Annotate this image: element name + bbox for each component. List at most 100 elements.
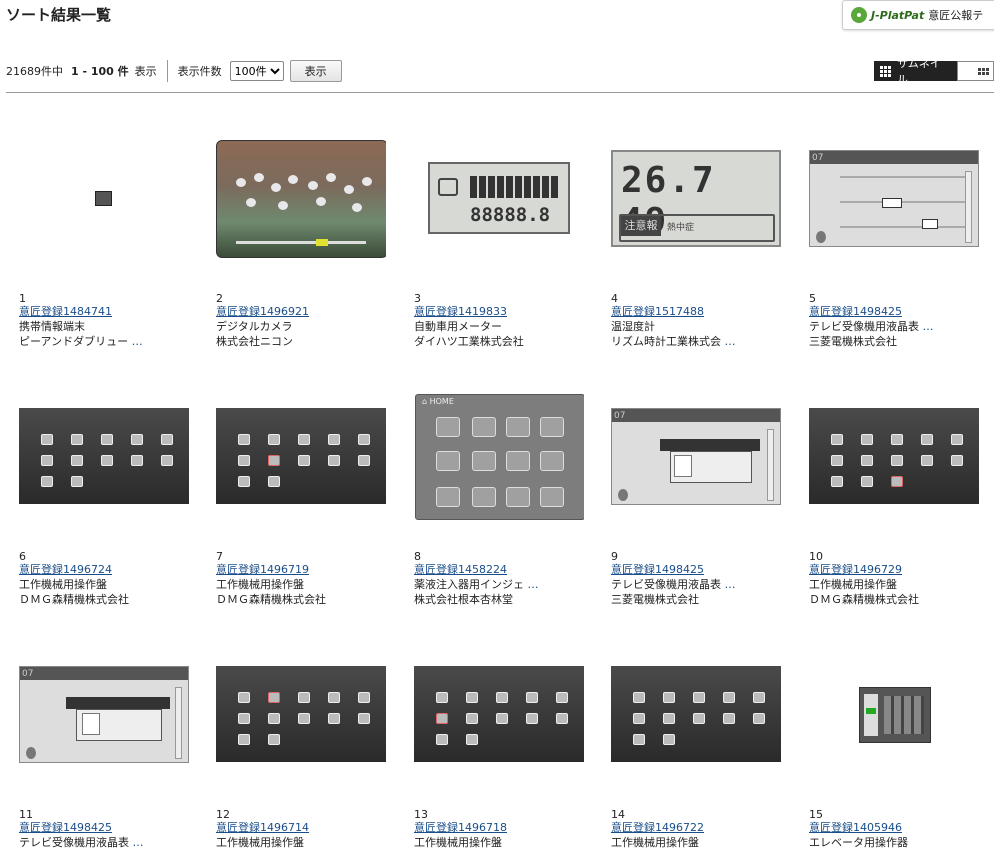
result-card: 2 意匠登録1496921 デジタルカメラ 株式会社ニコン [216,113,386,349]
thumbnail-view-button[interactable]: サムネイル [874,61,957,81]
rights-holder: 株式会社ニコン [216,334,386,349]
design-thumbnail[interactable] [216,113,386,283]
registration-link[interactable]: 意匠登録1496714 [216,821,386,835]
design-thumbnail[interactable]: 88888.8 [414,113,584,283]
more-link[interactable]: … [725,578,736,591]
result-card: 14 意匠登録1496722 工作機械用操作盤 [611,629,781,850]
registration-link[interactable]: 意匠登録1496718 [414,821,584,835]
registration-link[interactable]: 意匠登録1419833 [414,305,584,319]
article-name: 工作機械用操作盤 [809,577,979,592]
design-thumbnail[interactable] [414,629,584,799]
rights-holder: ピーアンドダブリュー … [19,334,189,349]
result-card: 26.7 49 注意報 熱中症 4 意匠登録1517488 温湿度計 リズム時計… [611,113,781,349]
logo-text: 意匠公報テ [928,7,983,23]
result-number: 15 [809,808,979,821]
design-thumbnail[interactable] [216,371,386,541]
result-number: 7 [216,550,386,563]
result-card: 6 意匠登録1496724 工作機械用操作盤 ＤＭＧ森精機株式会社 [19,371,189,607]
result-number: 5 [809,292,979,305]
result-number: 2 [216,292,386,305]
result-number: 12 [216,808,386,821]
rights-holder: ＤＭＧ森精機株式会社 [809,592,979,607]
design-thumbnail[interactable] [809,629,979,799]
result-number: 9 [611,550,781,563]
design-thumbnail[interactable]: 26.7 49 注意報 熱中症 [611,113,781,283]
rights-holder: ＤＭＧ森精機株式会社 [19,592,189,607]
design-thumbnail[interactable]: 07 [611,371,781,541]
design-thumbnail[interactable] [216,629,386,799]
article-name: デジタルカメラ [216,319,386,334]
result-number: 6 [19,550,189,563]
result-card: 07 11 意匠登録1498425 テレビ受像機用液晶表 … [19,629,189,850]
registration-link[interactable]: 意匠登録1405946 [809,821,979,835]
logo-brand: J-PlatPat [871,9,924,22]
article-name: テレビ受像機用液晶表 … [809,319,979,334]
result-card: 1 意匠登録1484741 携帯情報端末 ピーアンドダブリュー … [19,113,189,349]
per-page-select[interactable]: 100件 [230,61,284,81]
registration-link[interactable]: 意匠登録1458224 [414,563,584,577]
registration-link[interactable]: 意匠登録1496719 [216,563,386,577]
header-divider [6,92,994,93]
rights-holder: 株式会社根本杏林堂 [414,592,584,607]
display-range: 1 - 100 件 [71,63,129,79]
result-number: 14 [611,808,781,821]
more-link[interactable]: … [528,578,539,591]
result-toolbar: 21689件中 1 - 100 件 表示 表示件数 100件 表示 [6,60,342,82]
toolbar-divider [167,60,168,82]
jplatpat-logo[interactable]: J-PlatPat 意匠公報テ [842,0,994,30]
registration-link[interactable]: 意匠登録1517488 [611,305,781,319]
list-view-button[interactable] [957,61,994,81]
view-toggle: サムネイル [874,61,994,81]
registration-link[interactable]: 意匠登録1496724 [19,563,189,577]
rights-holder: 三菱電機株式会社 [809,334,979,349]
result-card: 7 意匠登録1496719 工作機械用操作盤 ＤＭＧ森精機株式会社 [216,371,386,607]
rights-holder: 三菱電機株式会社 [611,592,781,607]
article-name: 自動車用メーター [414,319,584,334]
result-number: 3 [414,292,584,305]
more-link[interactable]: … [725,335,736,348]
design-thumbnail[interactable]: ⌂ HOME [414,371,584,541]
rights-holder: ＤＭＧ森精機株式会社 [216,592,386,607]
result-card: 07 5 意匠登録1498425 テレビ受像機用液晶表 … 三菱電機株式会社 [809,113,979,349]
result-card: 15 意匠登録1405946 エレベータ用操作器 [809,629,979,850]
result-card: 12 意匠登録1496714 工作機械用操作盤 [216,629,386,850]
design-thumbnail[interactable] [611,629,781,799]
grid-icon [880,66,891,77]
result-card: 13 意匠登録1496718 工作機械用操作盤 [414,629,584,850]
result-card: ⌂ HOME 8 意匠登録1458224 薬液注入器用インジェ … 株式会社根本… [414,371,584,607]
result-number: 11 [19,808,189,821]
design-thumbnail[interactable] [809,371,979,541]
registration-link[interactable]: 意匠登録1498425 [19,821,189,835]
result-card: 10 意匠登録1496729 工作機械用操作盤 ＤＭＧ森精機株式会社 [809,371,979,607]
rights-holder: リズム時計工業株式会 … [611,334,781,349]
result-number: 1 [19,292,189,305]
registration-link[interactable]: 意匠登録1498425 [809,305,979,319]
design-thumbnail[interactable] [19,371,189,541]
total-count: 21689件中 [6,63,63,79]
result-number: 10 [809,550,979,563]
page-title: ソート結果一覧 [6,4,111,25]
registration-link[interactable]: 意匠登録1496722 [611,821,781,835]
design-thumbnail[interactable]: 07 [19,629,189,799]
design-thumbnail[interactable]: 07 [809,113,979,283]
more-link[interactable]: … [132,335,143,348]
show-button[interactable]: 表示 [290,60,342,82]
article-name: 工作機械用操作盤 [19,577,189,592]
registration-link[interactable]: 意匠登録1484741 [19,305,189,319]
rights-holder: ダイハツ工業株式会社 [414,334,584,349]
registration-link[interactable]: 意匠登録1498425 [611,563,781,577]
registration-link[interactable]: 意匠登録1496729 [809,563,979,577]
thumbnail-view-label: サムネイル [897,55,947,87]
result-card: 88888.8 3 意匠登録1419833 自動車用メーター ダイハツ工業株式会… [414,113,584,349]
design-thumbnail[interactable] [19,113,189,283]
display-range-suffix: 表示 [135,63,157,79]
result-number: 8 [414,550,584,563]
article-name: 携帯情報端末 [19,319,189,334]
result-card: 07 9 意匠登録1498425 テレビ受像機用液晶表 … 三菱電機株式会社 [611,371,781,607]
result-number: 4 [611,292,781,305]
more-link[interactable]: … [923,320,934,333]
article-name: テレビ受像機用液晶表 … [611,577,781,592]
registration-link[interactable]: 意匠登録1496921 [216,305,386,319]
more-link[interactable]: … [133,836,144,849]
article-name: 薬液注入器用インジェ … [414,577,584,592]
